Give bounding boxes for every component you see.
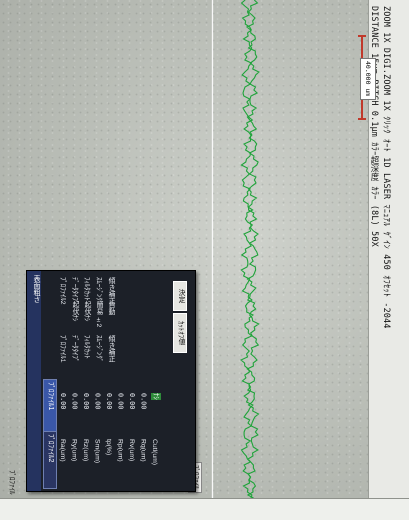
param-name: Rz(um) (82, 439, 89, 462)
profile-line-left (239, 0, 255, 499)
setting-name: ﾌｨﾙﾀｶｯﾄ (83, 335, 90, 359)
setting-name: ｽﾑｰｼﾞﾝｸﾞ (95, 277, 102, 305)
tab-profile-2[interactable]: ﾌﾟﾛﾌｧｲﾙ2 (43, 431, 57, 489)
setting-value[interactable]: 簡易 ±2 (93, 301, 103, 327)
param-value: 0.00 (139, 393, 148, 410)
param-value: 0.00 (105, 393, 113, 410)
param-value: 0.00 (70, 393, 79, 410)
setting-name: 傾き補正 (107, 335, 114, 363)
setting-value[interactable]: 起伏ﾅｼ (81, 301, 91, 321)
param-name: Ra(um) (59, 439, 66, 462)
setting-name: ﾃﾞｰﾀﾀｲﾌﾟ (71, 335, 78, 363)
setting-name: ﾌﾟﾛﾌｧｲﾙ2 (59, 277, 66, 305)
setting-name: 傾き補正 (107, 277, 114, 305)
panel-title: 表面粗さ (33, 275, 40, 303)
header-info-line-2: DISTANCE 15μm PITCH 0.1μm ｶﾗｰ超深度 ｶﾗｰ (8L… (370, 6, 380, 247)
ok-button[interactable]: 決定 (173, 281, 187, 311)
param-name: tp(%) (105, 439, 112, 456)
status-strip (0, 498, 409, 520)
param-name: Rv(um) (128, 439, 135, 462)
param-value: 0.00 (59, 393, 67, 410)
panel-titlebar[interactable]: 表面粗さ (27, 271, 41, 491)
param-value: 0.00 (116, 393, 125, 410)
cutoff-button[interactable]: ｶｯﾄｵﾌ値 (173, 313, 187, 353)
surface-roughness-panel[interactable]: 表面粗さ ﾌﾟﾛﾌｧｲﾙ1 ﾌﾟﾛﾌｧｲﾙ2 Ra(um) 0.00 Ry(um) 0… (26, 270, 196, 492)
param-value: ﾅｼ (151, 393, 161, 400)
setting-name: ｽﾑｰｼﾞﾝｸﾞ (95, 335, 102, 363)
setting-name: ﾌｨﾙﾀｶｯﾄ (83, 277, 90, 301)
param-name: Ry(um) (70, 439, 78, 462)
param-name: Rp(um) (116, 439, 124, 462)
setting-name: ﾌﾟﾛﾌｧｲﾙ1 (59, 335, 66, 363)
param-value: 0.00 (93, 393, 102, 410)
setting-name: ﾃﾞｰﾀﾀｲﾌﾟ (71, 277, 78, 305)
param-name: Sm(um) (93, 439, 101, 464)
param-value: 0.00 (128, 393, 136, 410)
tab-profile-1[interactable]: ﾌﾟﾛﾌｧｲﾙ1 (43, 379, 57, 437)
scale-label: 40.000 um (360, 58, 376, 100)
status-profile-label: ﾌﾟﾛﾌｧｲﾙ (8, 470, 15, 495)
param-name: Rq(um) (139, 439, 147, 462)
param-value: 0.00 (82, 393, 90, 410)
header-info-line-1: ZOOM 1X DIGI.ZOOM 1X ｸﾘｯｸ ｵｰﾄ 1D LASER ﾏ… (382, 6, 392, 329)
param-name: Cutl(um) (151, 439, 158, 466)
cursor-line[interactable] (212, 0, 213, 520)
microscope-screen: ZOOM 1X DIGI.ZOOM 1X ｸﾘｯｸ ｵｰﾄ 1D LASER ﾏ… (0, 0, 409, 520)
